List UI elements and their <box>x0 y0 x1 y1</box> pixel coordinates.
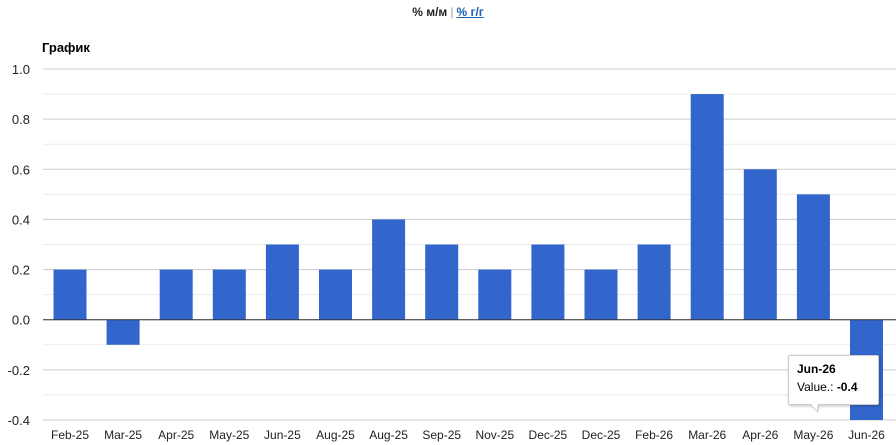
bar[interactable] <box>531 244 565 320</box>
bar[interactable] <box>212 269 246 320</box>
bar[interactable] <box>265 244 299 320</box>
x-tick-label: Jun-26 <box>848 428 885 442</box>
x-tick-label: Mar-25 <box>104 428 142 442</box>
tooltip-value-label: Value.: <box>797 380 834 394</box>
x-tick-label: Feb-25 <box>51 428 89 442</box>
y-tick-label: 1.0 <box>12 62 30 77</box>
x-tick-label: Nov-25 <box>475 428 514 442</box>
x-tick-label: Dec-25 <box>582 428 621 442</box>
bar[interactable] <box>425 244 459 320</box>
y-tick-label: 0.0 <box>12 313 30 328</box>
y-tick-label: 0.6 <box>12 162 30 177</box>
bar[interactable] <box>584 269 618 320</box>
y-tick-label: -0.2 <box>8 363 30 378</box>
x-tick-label: May-26 <box>793 428 833 442</box>
x-tick-label: May-25 <box>209 428 249 442</box>
x-tick-label: Aug-25 <box>369 428 408 442</box>
x-tick-label: Mar-26 <box>688 428 726 442</box>
bar[interactable] <box>372 219 406 320</box>
bar[interactable] <box>637 244 671 320</box>
bar[interactable] <box>159 269 193 320</box>
x-tick-label: Feb-26 <box>635 428 673 442</box>
tooltip-value: -0.4 <box>836 380 858 394</box>
y-tick-label: 0.8 <box>12 112 30 127</box>
tooltip-category: Jun-26 <box>797 362 836 376</box>
bar[interactable] <box>743 169 777 320</box>
x-tick-label: Jun-25 <box>264 428 301 442</box>
x-tick-label: Aug-25 <box>316 428 355 442</box>
chart-tooltip: Jun-26 Value.: -0.4 <box>788 355 879 413</box>
bar-chart: 1.0 0.8 0.6 0.4 0.2 0.0 -0.2 -0.4 Feb-25 Mar-25 Ap… <box>8 62 896 442</box>
bar[interactable] <box>319 269 352 320</box>
bar[interactable] <box>796 194 830 320</box>
y-tick-label: 0.2 <box>12 263 30 278</box>
x-tick-label: Sep-25 <box>422 428 461 442</box>
bar[interactable] <box>53 269 87 320</box>
y-tick-label: -0.4 <box>8 413 30 428</box>
bar[interactable] <box>690 94 724 320</box>
y-tick-label: 0.4 <box>12 212 30 227</box>
bar[interactable] <box>106 319 140 345</box>
bar[interactable] <box>478 269 512 320</box>
x-tick-label: Apr-25 <box>158 428 194 442</box>
x-tick-label: Apr-26 <box>742 428 778 442</box>
x-tick-label: Dec-25 <box>529 428 568 442</box>
